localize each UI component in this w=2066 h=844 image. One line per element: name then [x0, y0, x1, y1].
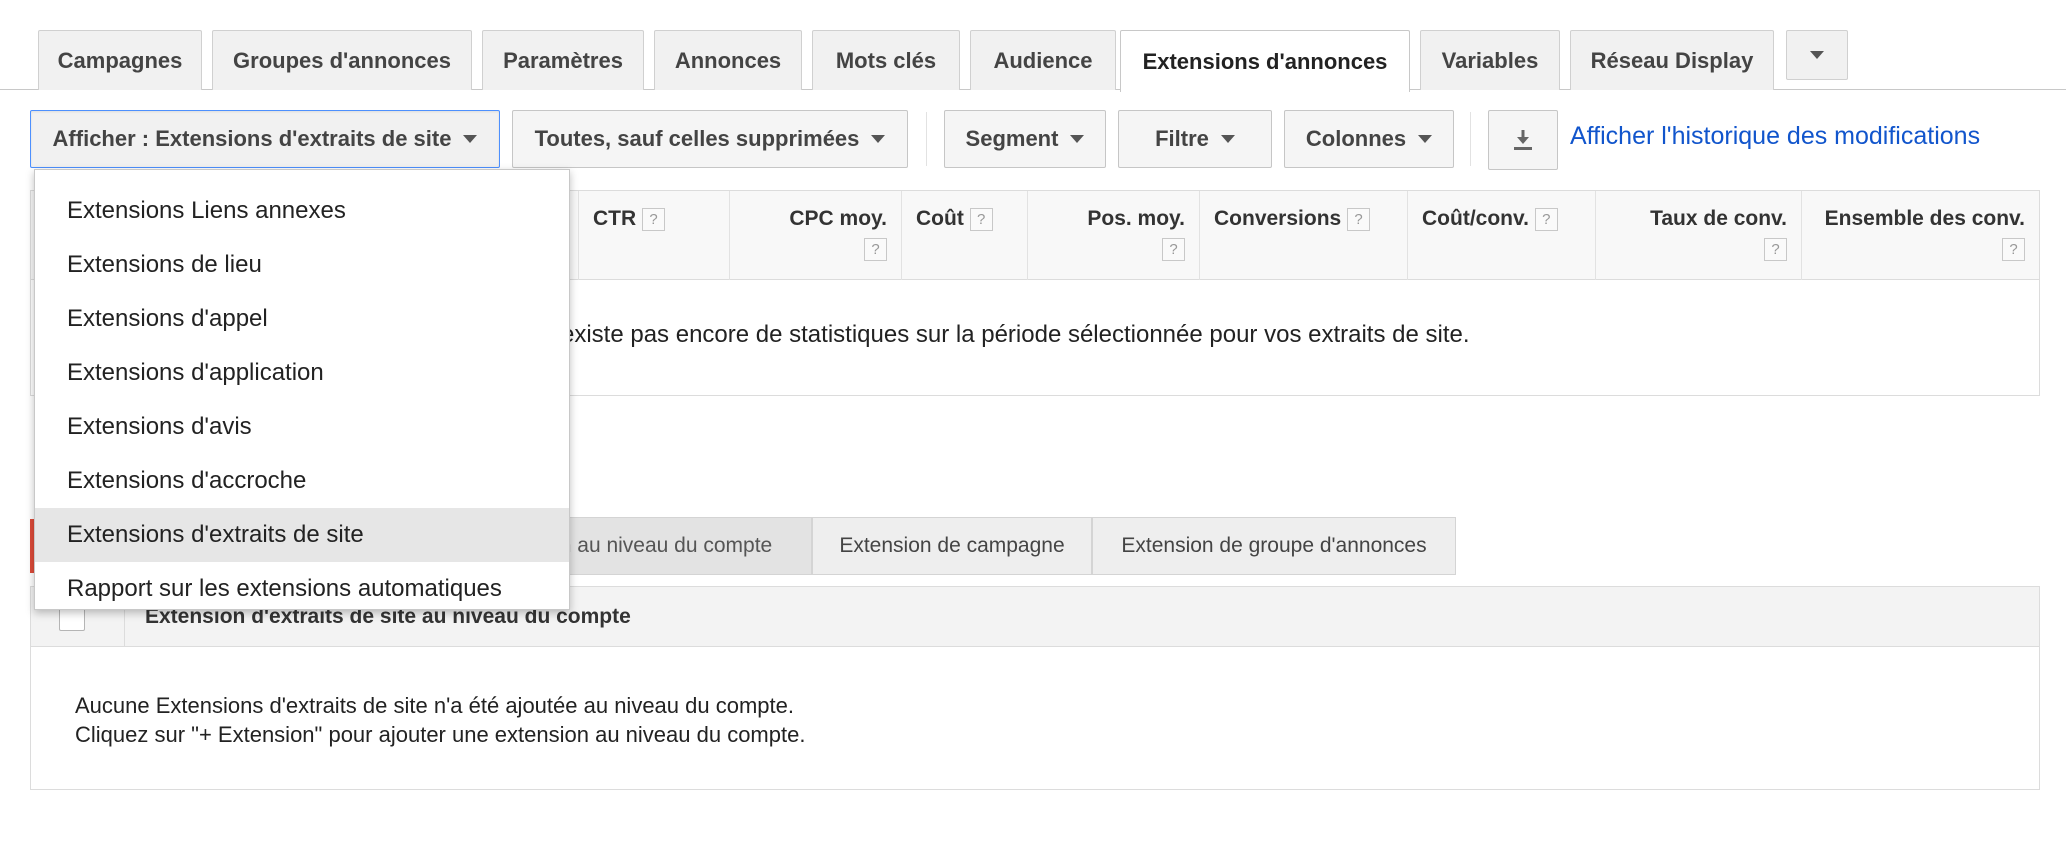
tab-variables[interactable]: Variables [1420, 30, 1560, 90]
help-icon[interactable]: ? [1534, 207, 1558, 231]
statistics-empty-message: existe pas encore de statistiques sur la… [561, 321, 1470, 348]
help-icon[interactable]: ? [642, 207, 666, 231]
menu-item-extraits-de-site[interactable]: Extensions d'extraits de site [35, 508, 569, 562]
menu-item-accroche[interactable]: Extensions d'accroche [35, 454, 569, 508]
main-tab-bar: Campagnes Groupes d'annonces Paramètres … [0, 0, 2066, 92]
menu-item-avis[interactable]: Extensions d'avis [35, 400, 569, 454]
column-header-pos-moy[interactable]: Pos. moy. ? [1027, 191, 1199, 280]
menu-item-application[interactable]: Extensions d'application [35, 346, 569, 400]
chevron-down-icon [1810, 51, 1824, 59]
help-icon[interactable]: ? [969, 207, 993, 231]
segment-label: Segment [965, 126, 1059, 151]
help-icon[interactable]: ? [1162, 237, 1185, 261]
tab-audience[interactable]: Audience [970, 30, 1116, 90]
menu-item-liens-annexes[interactable]: Extensions Liens annexes [35, 184, 569, 238]
help-icon[interactable]: ? [2002, 237, 2025, 261]
subtab-adgroup-extension[interactable]: Extension de groupe d'annonces [1092, 517, 1456, 575]
column-header-taux-conv[interactable]: Taux de conv. ? [1595, 191, 1801, 280]
chevron-down-icon [1220, 135, 1235, 143]
column-header-ctr[interactable]: CTR ? [578, 191, 729, 280]
columns-dropdown[interactable]: Colonnes [1284, 110, 1454, 168]
column-header-cout[interactable]: Coût ? [901, 191, 1027, 280]
column-header-cout-conv[interactable]: Coût/conv. ? [1407, 191, 1595, 280]
chevron-down-icon [1418, 135, 1433, 143]
menu-item-lieu[interactable]: Extensions de lieu [35, 238, 569, 292]
extension-empty-line-2: Cliquez sur "+ Extension" pour ajouter u… [75, 722, 806, 747]
extension-table: Extension d'extraits de site au niveau d… [30, 586, 2040, 790]
view-dropdown-button[interactable]: Afficher : Extensions d'extraits de site [30, 110, 500, 168]
tab-parametres[interactable]: Paramètres [482, 30, 644, 90]
column-header-conversions[interactable]: Conversions ? [1199, 191, 1407, 280]
tab-extensions-annonces[interactable]: Extensions d'annonces [1120, 30, 1410, 92]
help-icon[interactable]: ? [1347, 207, 1371, 231]
column-header-ensemble-conv[interactable]: Ensemble des conv. ? [1801, 191, 2039, 280]
menu-item-rapport-automatiques[interactable]: Rapport sur les extensions automatiques [35, 562, 569, 616]
more-tabs-button[interactable] [1786, 30, 1848, 80]
toolbar-divider [926, 112, 927, 166]
chevron-down-icon [1070, 135, 1085, 143]
filter-label: Filtre [1155, 126, 1209, 151]
view-dropdown-label: Afficher : Extensions d'extraits de site [52, 126, 452, 151]
tab-reseau-display[interactable]: Réseau Display [1570, 30, 1774, 90]
columns-label: Colonnes [1305, 126, 1407, 151]
extension-empty-message: Aucune Extensions d'extraits de site n'a… [75, 691, 805, 749]
toolbar-divider [1470, 112, 1471, 166]
help-icon[interactable]: ? [1764, 237, 1787, 261]
menu-item-appel[interactable]: Extensions d'appel [35, 292, 569, 346]
status-filter-label: Toutes, sauf celles supprimées [534, 126, 860, 151]
tab-mots-cles[interactable]: Mots clés [812, 30, 960, 90]
segment-dropdown[interactable]: Segment [944, 110, 1106, 168]
help-icon[interactable]: ? [864, 237, 887, 261]
tab-campagnes[interactable]: Campagnes [38, 30, 202, 90]
change-history-link[interactable]: Afficher l'historique des modifications [1570, 122, 1980, 151]
status-filter-dropdown[interactable]: Toutes, sauf celles supprimées [512, 110, 908, 168]
download-button[interactable] [1488, 110, 1558, 170]
chevron-down-icon [463, 135, 478, 143]
download-icon [1514, 130, 1532, 150]
filter-dropdown[interactable]: Filtre [1118, 110, 1272, 168]
tab-annonces[interactable]: Annonces [654, 30, 802, 90]
view-dropdown-menu: Extensions Liens annexes Extensions de l… [34, 169, 570, 610]
chevron-down-icon [871, 135, 886, 143]
column-header-cpc-moy[interactable]: CPC moy. ? [729, 191, 901, 280]
tab-groupes-annonces[interactable]: Groupes d'annonces [212, 30, 472, 90]
extension-empty-line-1: Aucune Extensions d'extraits de site n'a… [75, 693, 794, 718]
subtab-campaign-extension[interactable]: Extension de campagne [812, 517, 1092, 575]
